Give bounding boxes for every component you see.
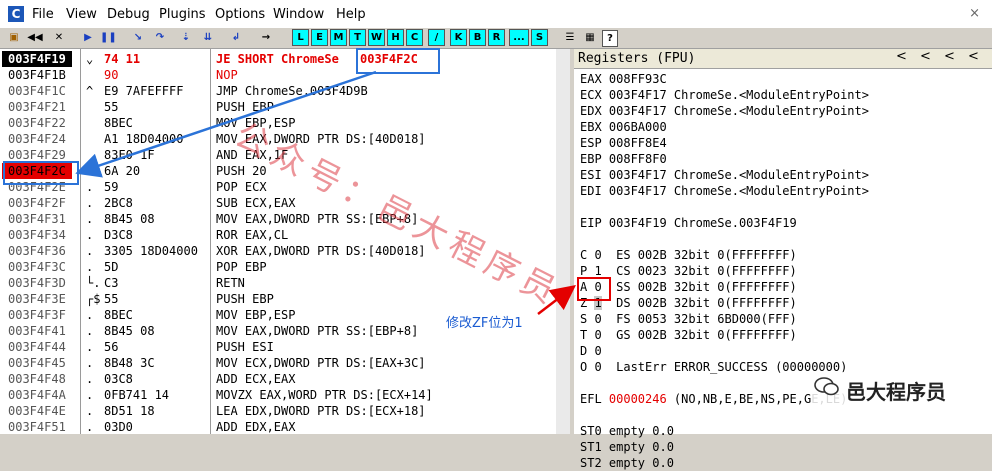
wechat-icon: [814, 377, 839, 396]
register-line[interactable]: ST2 empty 0.0: [580, 455, 674, 471]
wechat-logo: 邑大程序员: [812, 372, 988, 406]
logo-text: 邑大程序员: [846, 380, 946, 404]
annotation-arrows: [75, 70, 576, 315]
annotation-label: 修改ZF位为1: [446, 316, 523, 331]
register-line[interactable]: ST1 empty 0.0: [580, 439, 674, 455]
